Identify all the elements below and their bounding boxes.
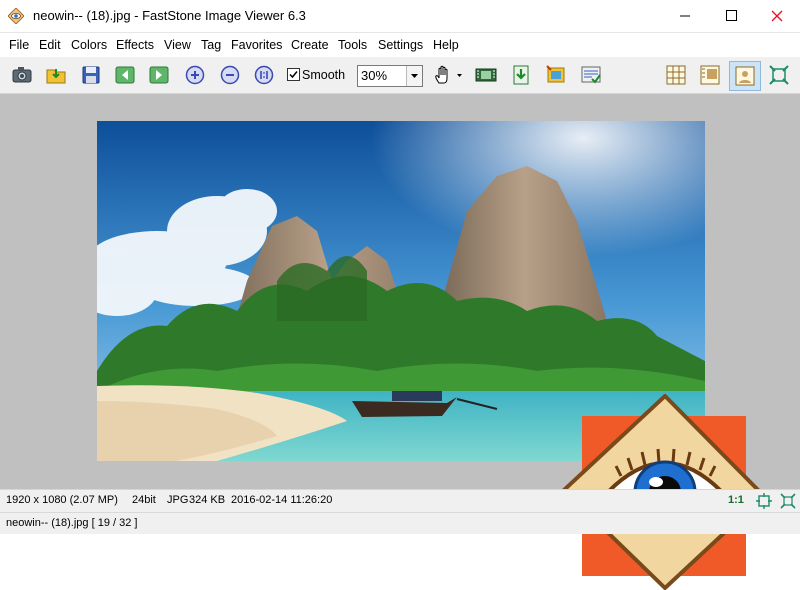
app-logo-icon xyxy=(8,8,24,24)
open-folder-icon[interactable] xyxy=(45,64,67,86)
menu-colors[interactable]: Colors xyxy=(71,38,107,52)
file-date: 2016-02-14 11:26:20 xyxy=(231,494,333,506)
batch-icon[interactable] xyxy=(580,64,602,86)
menu-create[interactable]: Create xyxy=(291,38,329,52)
menu-tools[interactable]: Tools xyxy=(338,38,367,52)
bit-depth: 24bit xyxy=(132,494,156,506)
status-bar: 1920 x 1080 (2.07 MP) 24bit JPG 324 KB 2… xyxy=(0,489,800,512)
previous-image-icon[interactable] xyxy=(114,64,136,86)
minimize-button[interactable] xyxy=(662,0,708,32)
slideshow-icon[interactable] xyxy=(475,64,497,86)
menu-favorites[interactable]: Favorites xyxy=(231,38,282,52)
menu-view[interactable]: View xyxy=(164,38,191,52)
camera-icon[interactable] xyxy=(11,64,33,86)
zoom-ratio-button[interactable]: 1:1 xyxy=(728,494,744,506)
next-image-icon[interactable] xyxy=(148,64,170,86)
image-viewer-area[interactable] xyxy=(0,94,800,590)
menu-bar: File Edit Colors Effects View Tag Favori… xyxy=(0,33,800,57)
image-resolution: 1920 x 1080 (2.07 MP) xyxy=(6,494,118,506)
file-info-bar: neowin-- (18).jpg [ 19 / 32 ] xyxy=(0,512,800,534)
smooth-checkbox[interactable]: Smooth xyxy=(287,68,345,82)
close-icon xyxy=(771,10,783,22)
save-icon[interactable] xyxy=(80,64,102,86)
zoom-out-icon[interactable] xyxy=(219,64,241,86)
menu-settings[interactable]: Settings xyxy=(378,38,423,52)
zoom-value: 30% xyxy=(361,68,388,83)
menu-edit[interactable]: Edit xyxy=(39,38,61,52)
hand-tool-icon[interactable] xyxy=(433,64,463,86)
zoom-in-icon[interactable] xyxy=(184,64,206,86)
actual-size-icon[interactable] xyxy=(253,64,275,86)
browser-layout-icon[interactable] xyxy=(699,64,721,86)
menu-file[interactable]: File xyxy=(9,38,29,52)
smooth-label: Smooth xyxy=(302,68,346,82)
maximize-icon xyxy=(726,10,737,21)
window-title: neowin-- (18).jpg - FastStone Image View… xyxy=(33,8,306,23)
menu-tag[interactable]: Tag xyxy=(201,38,221,52)
crop-icon[interactable] xyxy=(545,64,567,86)
toolbar: Smooth 30% xyxy=(0,57,800,94)
zoom-select[interactable]: 30% xyxy=(357,65,423,87)
zoom-dropdown-button[interactable] xyxy=(406,66,422,86)
maximize-button[interactable] xyxy=(708,0,754,32)
menu-effects[interactable]: Effects xyxy=(116,38,154,52)
viewer-layout-button[interactable] xyxy=(729,61,761,91)
menu-help[interactable]: Help xyxy=(433,38,459,52)
fit-window-icon[interactable] xyxy=(756,493,772,509)
close-button[interactable] xyxy=(754,0,800,32)
file-size: 324 KB xyxy=(189,494,226,506)
chevron-down-icon xyxy=(411,74,418,78)
checkmark-icon xyxy=(289,71,298,79)
fullscreen-icon[interactable] xyxy=(768,64,790,86)
minimize-icon xyxy=(680,15,690,17)
image-format: JPG xyxy=(167,494,189,506)
smooth-check-box[interactable] xyxy=(287,68,300,81)
title-bar: neowin-- (18).jpg - FastStone Image View… xyxy=(0,0,800,33)
thumbnail-layout-icon[interactable] xyxy=(665,64,687,86)
file-info: neowin-- (18).jpg [ 19 / 32 ] xyxy=(6,517,138,529)
export-icon[interactable] xyxy=(510,64,532,86)
fullscreen-small-icon[interactable] xyxy=(780,493,796,509)
viewer-layout-icon xyxy=(735,66,755,86)
